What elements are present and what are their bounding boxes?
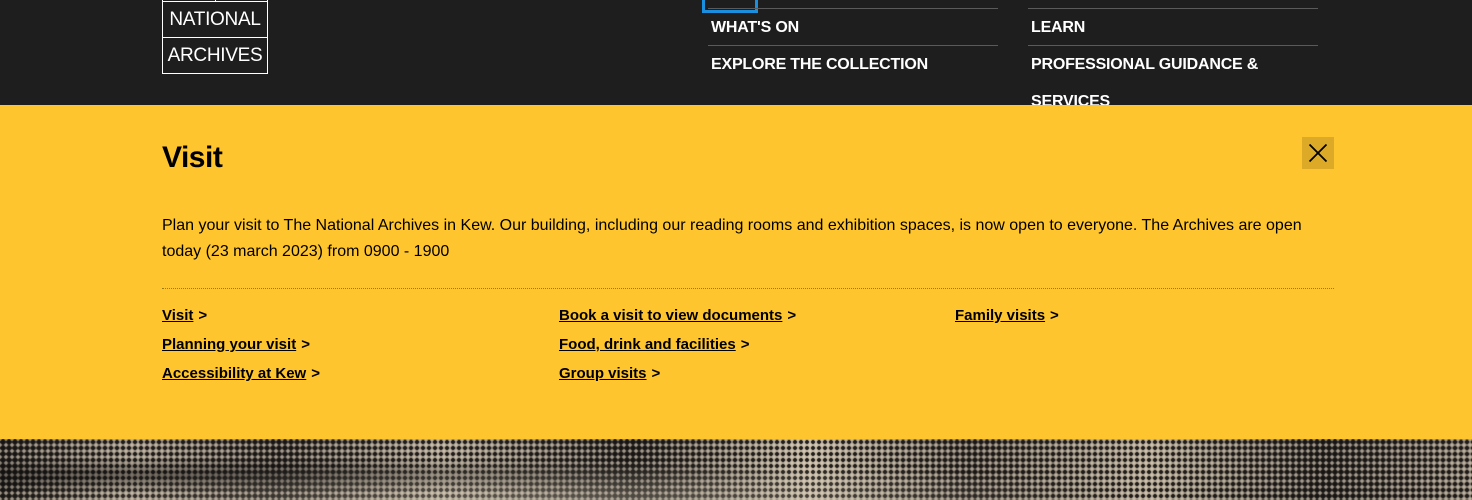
hero-image-shading bbox=[0, 439, 1472, 500]
site-header: NATIONAL ARCHIVES WHAT'S ON EXPLORE THE … bbox=[0, 0, 1472, 110]
list-item: Group visits > bbox=[559, 363, 939, 392]
link-family-visits[interactable]: Family visits bbox=[955, 307, 1045, 324]
chevron-right-icon: > bbox=[651, 365, 661, 382]
chevron-right-icon: > bbox=[787, 307, 797, 324]
nav-explore-the-collection[interactable]: EXPLORE THE COLLECTION bbox=[708, 45, 998, 82]
chevron-right-icon: > bbox=[1050, 307, 1059, 324]
link-accessibility-at-kew[interactable]: Accessibility at Kew bbox=[162, 365, 306, 382]
chevron-right-icon: > bbox=[198, 307, 208, 324]
main-nav-column-2: LEARN PROFESSIONAL GUIDANCE & SERVICES bbox=[1028, 8, 1318, 110]
list-item: Accessibility at Kew > bbox=[162, 363, 542, 392]
logo-text-archives: ARCHIVES bbox=[163, 37, 267, 73]
nav-learn[interactable]: LEARN bbox=[1028, 8, 1318, 45]
panel-description: Plan your visit to The National Archives… bbox=[162, 217, 1302, 260]
list-item: Food, drink and facilities > bbox=[559, 334, 939, 363]
panel-title: Visit bbox=[162, 141, 223, 174]
list-item: Planning your visit > bbox=[162, 334, 542, 363]
close-icon bbox=[1308, 143, 1328, 163]
national-archives-logo[interactable]: NATIONAL ARCHIVES bbox=[162, 0, 268, 74]
list-item: Visit > bbox=[162, 305, 542, 334]
link-planning-your-visit[interactable]: Planning your visit bbox=[162, 336, 296, 353]
close-button[interactable] bbox=[1302, 137, 1334, 169]
chevron-right-icon: > bbox=[311, 365, 320, 382]
chevron-right-icon: > bbox=[301, 336, 310, 353]
chevron-right-icon: > bbox=[740, 336, 750, 353]
panel-divider bbox=[162, 288, 1334, 289]
hero-image bbox=[0, 439, 1472, 500]
link-book-a-visit[interactable]: Book a visit to view documents bbox=[559, 307, 782, 324]
list-item: Family visits > bbox=[955, 305, 1335, 334]
visit-links-column-2: Book a visit to view documents > Food, dr… bbox=[559, 305, 939, 392]
link-food-drink-facilities[interactable]: Food, drink and facilities bbox=[559, 336, 736, 353]
logo-text-national: NATIONAL bbox=[163, 1, 267, 37]
nav-professional-guidance[interactable]: PROFESSIONAL GUIDANCE & SERVICES bbox=[1028, 45, 1318, 110]
visit-links-column-3: Family visits > bbox=[955, 305, 1335, 334]
list-item: Book a visit to view documents > bbox=[559, 305, 939, 334]
link-group-visits[interactable]: Group visits bbox=[559, 365, 647, 382]
visit-links-column-1: Visit > Planning your visit > Accessibilit… bbox=[162, 305, 542, 392]
visit-mega-menu: Visit Plan your visit to The National Ar… bbox=[0, 105, 1472, 439]
nav-whats-on[interactable]: WHAT'S ON bbox=[708, 8, 998, 45]
main-nav-column-1: WHAT'S ON EXPLORE THE COLLECTION bbox=[708, 8, 998, 82]
link-visit[interactable]: Visit bbox=[162, 307, 193, 324]
